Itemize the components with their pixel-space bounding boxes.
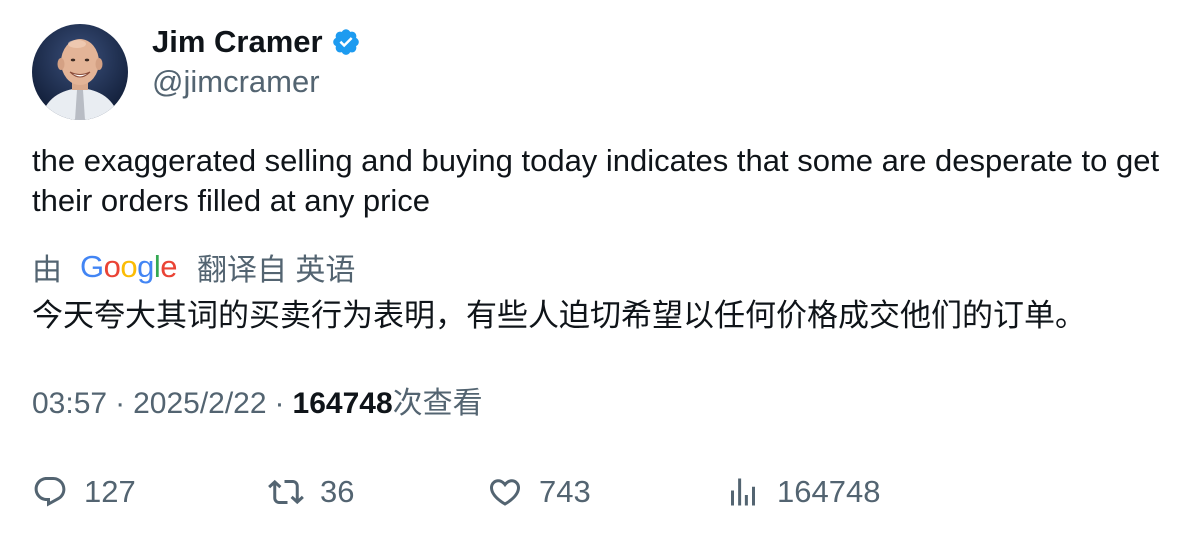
like-count: 743 <box>539 474 591 509</box>
like-button[interactable]: 743 <box>487 468 591 516</box>
meta-separator: · <box>274 387 285 420</box>
translated-from-label[interactable]: 翻译自 英语 <box>197 245 355 289</box>
tweet-header: Jim Cramer @jimcramer <box>32 24 361 120</box>
tweet-date[interactable]: 2025/2/22 <box>133 387 266 420</box>
google-logo-letter: o <box>120 249 138 284</box>
meta-separator: · <box>115 387 126 420</box>
retweet-icon <box>268 479 304 505</box>
author-name[interactable]: Jim Cramer <box>152 24 323 60</box>
views-action-count: 164748 <box>777 474 881 509</box>
translation-attribution: 由 Google 翻译自 英语 <box>32 247 355 287</box>
retweet-count: 36 <box>320 474 355 509</box>
views-button[interactable]: 164748 <box>725 468 880 516</box>
google-logo: Google <box>80 249 178 285</box>
google-logo-letter: G <box>80 249 104 284</box>
heart-icon <box>489 479 521 506</box>
reply-button[interactable]: 127 <box>32 468 136 516</box>
reply-icon <box>34 477 66 507</box>
tweet-meta: 03:57 · 2025/2/22 · 164748次查看 <box>32 383 483 425</box>
translated-by-label: 由 <box>32 254 62 287</box>
author-handle[interactable]: @jimcramer <box>152 62 361 102</box>
views-label: 次查看 <box>392 387 483 420</box>
reply-count: 127 <box>84 474 136 509</box>
google-logo-letter: o <box>103 249 121 284</box>
views-count: 164748 <box>292 387 393 420</box>
verified-badge-icon <box>331 27 361 57</box>
translated-text: 今天夸大其词的买卖行为表明，有些人迫切希望以任何价格成交他们的订单。 <box>32 298 1086 333</box>
author-name-row[interactable]: Jim Cramer <box>152 24 361 60</box>
avatar-portrait-icon <box>32 24 128 120</box>
google-logo-letter: e <box>160 249 178 284</box>
action-bar: 127 36 743 164748 <box>32 468 1172 516</box>
tweet-time[interactable]: 03:57 <box>32 387 107 420</box>
tweet-text: the exaggerated selling and buying today… <box>32 143 1160 218</box>
retweet-button[interactable]: 36 <box>268 468 354 516</box>
google-logo-letter: g <box>137 249 154 284</box>
views-chart-icon <box>731 478 755 506</box>
avatar[interactable] <box>32 24 128 120</box>
